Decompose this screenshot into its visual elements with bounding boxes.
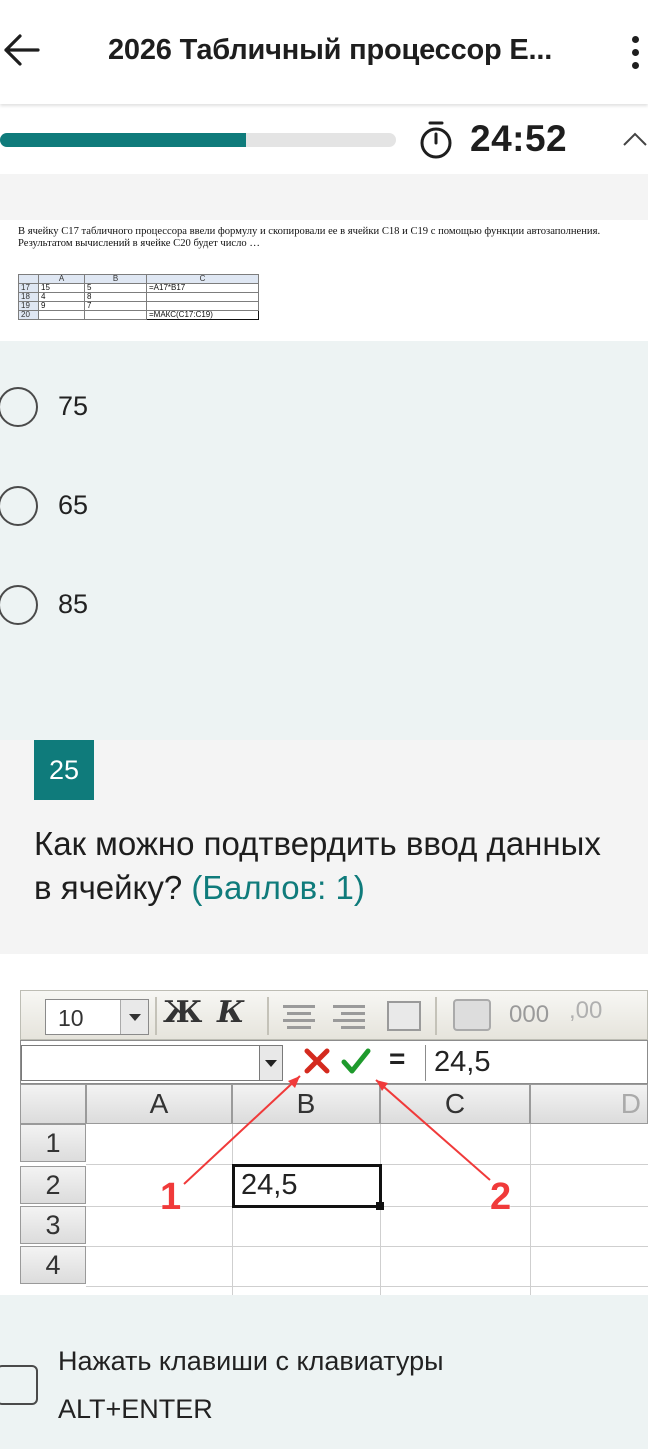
more-vertical-icon xyxy=(632,36,639,43)
excel-toolbar: 10 Ж К 000 ,00 xyxy=(20,990,648,1040)
question-text: Как можно подтвердить ввод данных в ячей… xyxy=(34,825,601,906)
bold-icon: Ж xyxy=(163,995,203,1030)
checkmark-icon xyxy=(341,1048,371,1074)
row-header-3: 3 xyxy=(20,1206,86,1244)
table-row: 18 4 8 xyxy=(18,292,259,302)
decimal-icon: ,00 xyxy=(569,997,603,1024)
cancel-x-icon xyxy=(304,1048,330,1074)
section-gap xyxy=(0,954,648,990)
answer-option-1[interactable]: 75 xyxy=(0,377,648,437)
timer-text: 24:52 xyxy=(470,118,568,159)
column-header-c: C xyxy=(380,1084,530,1124)
fill-handle xyxy=(376,1202,384,1210)
formula-value: 24,5 xyxy=(425,1045,648,1081)
checkbox[interactable] xyxy=(0,1365,38,1405)
answer-option-checkbox[interactable]: Нажать клавиши с клавиатуры ALT+ENTER xyxy=(0,1295,648,1449)
more-menu-button[interactable] xyxy=(620,30,648,74)
name-box xyxy=(21,1045,283,1081)
radio-button[interactable] xyxy=(0,387,38,427)
formula-bar: = 24,5 xyxy=(20,1040,648,1084)
font-size-select: 10 xyxy=(45,999,149,1035)
answer-label: 75 xyxy=(58,391,89,421)
chevron-up-icon[interactable] xyxy=(622,128,648,148)
chevron-down-icon xyxy=(120,1000,148,1034)
question-block: 25 Как можно подтвердить ввод данных в я… xyxy=(0,740,648,954)
currency-icon xyxy=(453,999,491,1031)
progress-fill xyxy=(0,133,246,147)
question-image: В ячейку С17 табличного процессора ввели… xyxy=(0,220,648,341)
column-header-a: A xyxy=(86,1084,232,1124)
row-header-2: 2 xyxy=(20,1166,86,1204)
excel-image: 10 Ж К 000 ,00 = 24,5 A B C D 1 2 3 4 24… xyxy=(12,990,648,1295)
column-header-b: B xyxy=(232,1084,380,1124)
row-header-1: 1 xyxy=(20,1124,86,1162)
radio-button[interactable] xyxy=(0,486,38,526)
table-row: 19 9 7 xyxy=(18,301,259,311)
question-points: (Баллов: 1) xyxy=(191,869,365,906)
test-progress-bar xyxy=(0,133,396,147)
table-row: 20 =МАКС(C17:C19) xyxy=(18,310,259,320)
chevron-down-icon xyxy=(259,1045,283,1081)
section-gap xyxy=(0,174,648,220)
align-right-icon xyxy=(333,1005,365,1029)
equals-sign: = xyxy=(389,1043,406,1074)
align-center-icon xyxy=(283,1005,315,1029)
arrow-left-icon xyxy=(4,34,40,66)
app-bar: 2026 Табличный процессор Е... xyxy=(0,0,648,104)
answer-label: Нажать клавиши с клавиатуры ALT+ENTER xyxy=(58,1346,444,1424)
column-headers: A B C D xyxy=(20,1084,648,1124)
column-header-d: D xyxy=(530,1084,648,1124)
page-title: 2026 Табличный процессор Е... xyxy=(108,34,553,66)
radio-button[interactable] xyxy=(0,585,38,625)
callout-1: 1 xyxy=(160,1176,182,1218)
row-header-4: 4 xyxy=(20,1246,86,1284)
table-row: A B C xyxy=(18,274,259,284)
merge-cells-icon xyxy=(387,1001,421,1031)
table-row: 17 15 5 =A17*B17 xyxy=(18,283,259,293)
back-button[interactable] xyxy=(0,26,48,74)
mini-spreadsheet: A B C 17 15 5 =A17*B17 18 4 8 19 9 7 20 … xyxy=(18,274,259,320)
question-image-text: В ячейку С17 табличного процессора ввели… xyxy=(18,226,601,249)
answer-options: 75 65 85 xyxy=(0,341,648,740)
active-cell-b2: 24,5 xyxy=(232,1164,382,1208)
thousands-icon: 000 xyxy=(509,1001,550,1028)
italic-icon: К xyxy=(217,995,245,1030)
stopwatch-icon xyxy=(420,121,452,159)
answer-label: 65 xyxy=(58,490,89,520)
answer-option-3[interactable]: 85 xyxy=(0,575,648,635)
question-number-badge: 25 xyxy=(34,740,94,800)
answer-label: 85 xyxy=(58,589,89,619)
answer-option-2[interactable]: 65 xyxy=(0,476,648,536)
callout-2: 2 xyxy=(490,1176,512,1218)
